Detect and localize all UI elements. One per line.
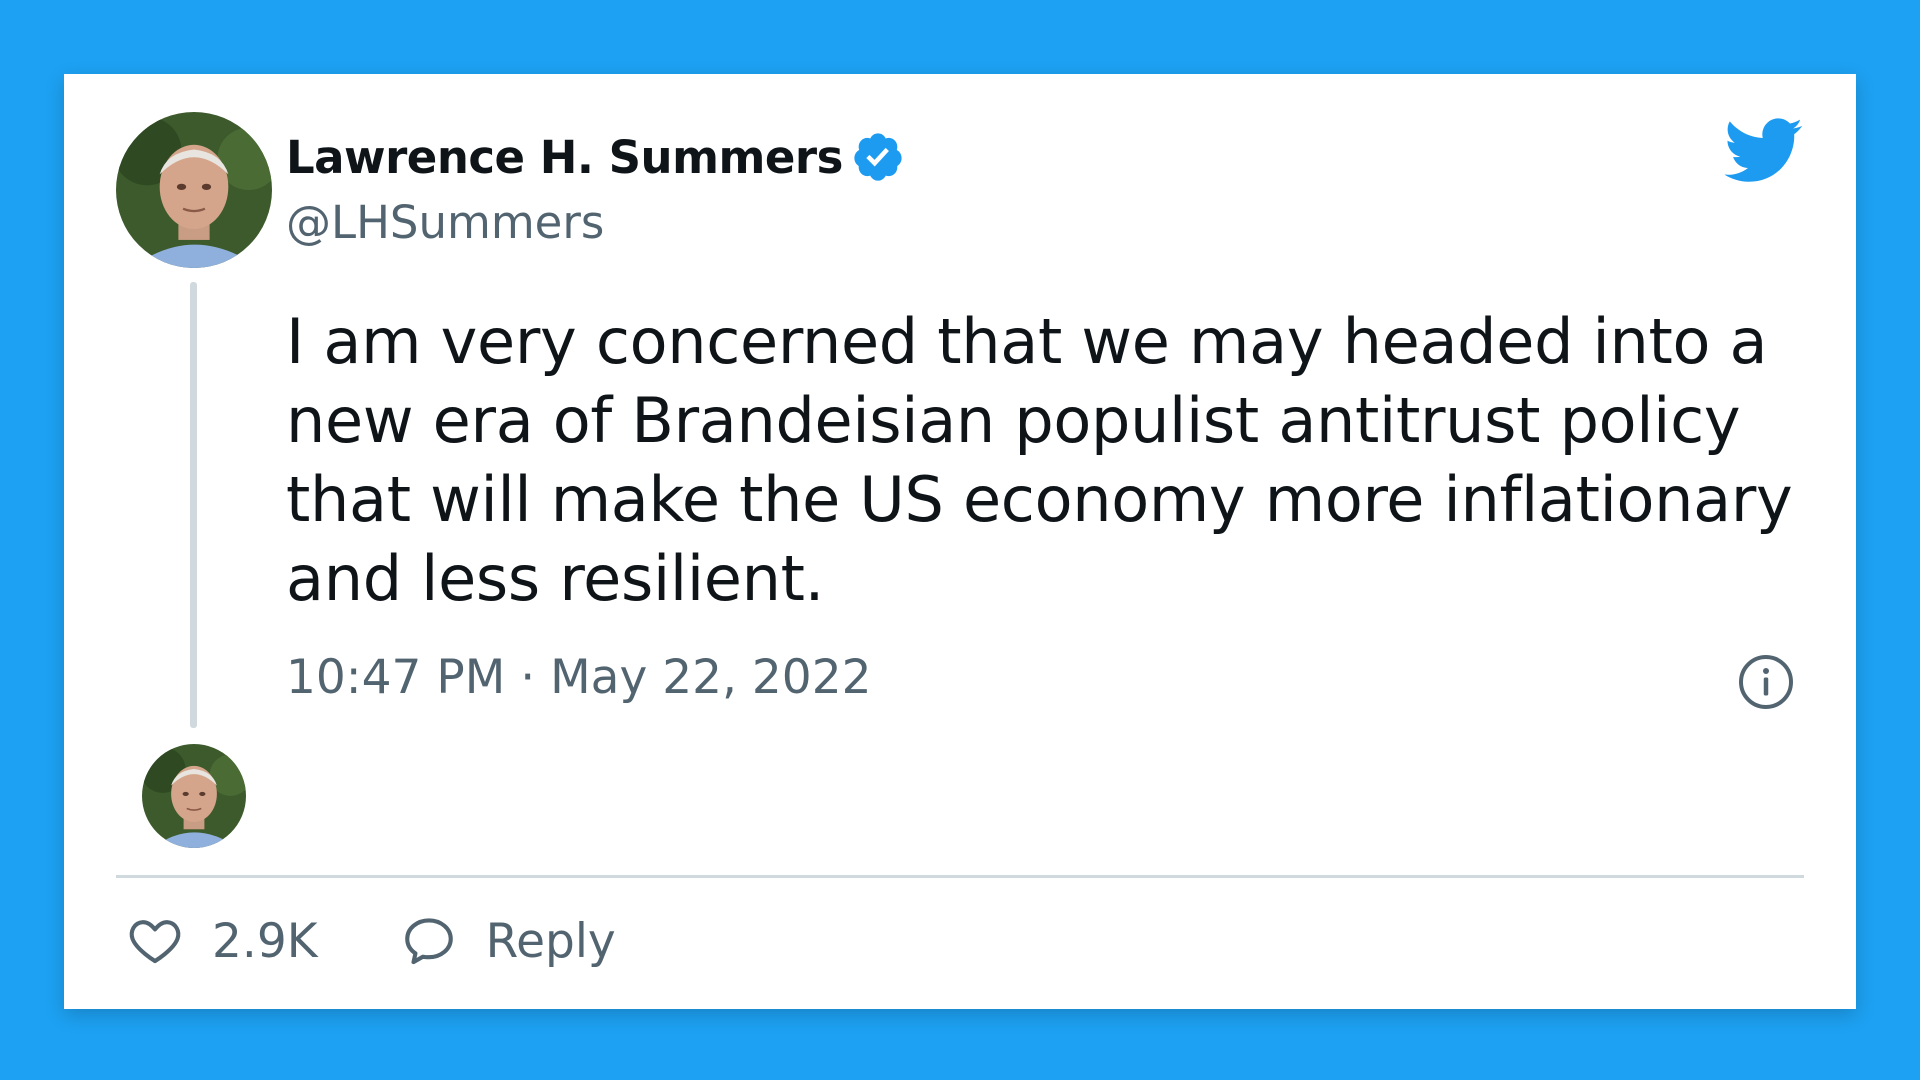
twitter-bird-icon[interactable] <box>1724 118 1804 184</box>
thread-connector <box>190 282 197 728</box>
tweet-timestamp[interactable]: 10:47 PM · May 22, 2022 <box>286 650 872 705</box>
reply-button[interactable]: Reply <box>400 912 616 970</box>
reply-avatar[interactable] <box>142 744 246 848</box>
like-count: 2.9K <box>212 913 318 969</box>
tweet-card: Lawrence H. Summers @LHSummers I am very… <box>64 74 1856 1009</box>
like-button[interactable]: 2.9K <box>126 912 318 970</box>
verified-badge-icon <box>851 130 905 184</box>
heart-icon <box>126 912 184 970</box>
tweet-text: I am very concerned that we may headed i… <box>286 305 1793 615</box>
reply-avatar-photo <box>142 744 246 848</box>
author-display-name[interactable]: Lawrence H. Summers <box>286 131 843 184</box>
author-photo <box>116 112 272 268</box>
reply-label: Reply <box>485 913 616 969</box>
author-name-row[interactable]: Lawrence H. Summers <box>286 130 905 184</box>
author-avatar[interactable] <box>116 112 272 268</box>
tweet-actions: 2.9K Reply <box>126 912 698 970</box>
speech-bubble-icon <box>400 912 458 970</box>
info-icon[interactable] <box>1736 652 1796 712</box>
author-handle[interactable]: @LHSummers <box>286 196 604 249</box>
actions-divider <box>116 875 1804 878</box>
